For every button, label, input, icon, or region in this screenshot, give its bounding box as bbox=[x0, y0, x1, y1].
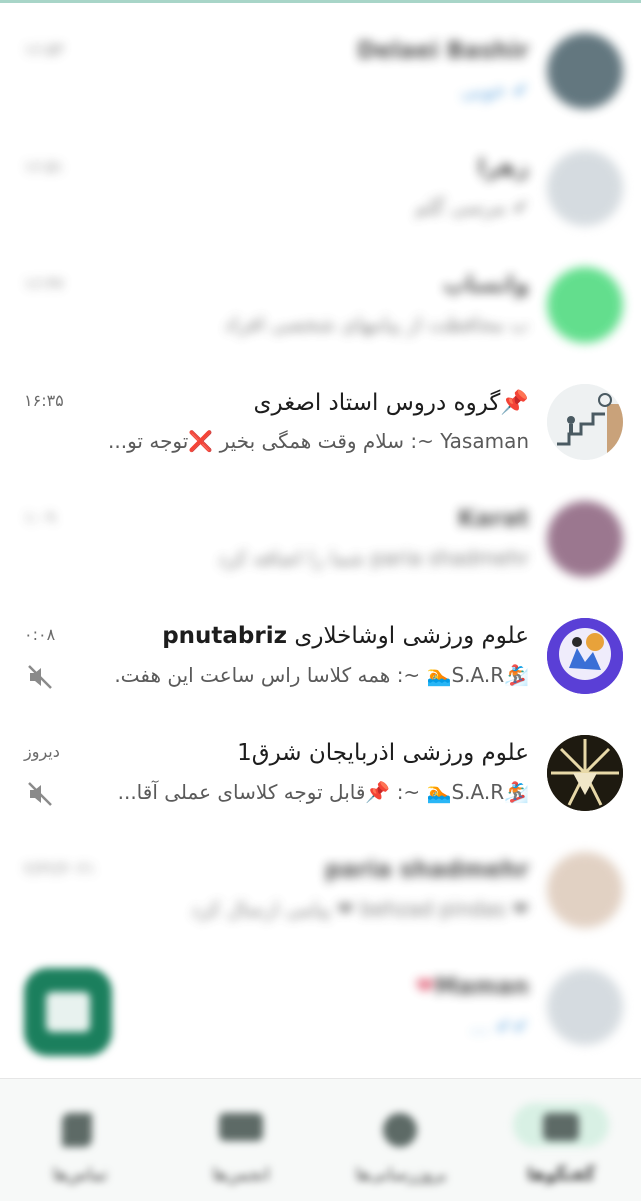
chat-preview: ✔ خوبی bbox=[460, 78, 529, 102]
avatar[interactable] bbox=[547, 267, 623, 343]
nav-item-calls[interactable]: تماس‌ها bbox=[0, 1079, 160, 1201]
chat-time: دیروز bbox=[24, 742, 60, 761]
chat-time: ۱۶:۴۷ bbox=[24, 274, 64, 293]
avatar[interactable] bbox=[547, 735, 623, 811]
nav-item-updates[interactable]: بروزرسانی‌ها bbox=[321, 1079, 481, 1201]
preview-sender: 🏂S.A.R🏊 ~: bbox=[396, 780, 529, 804]
nav-item-communities[interactable]: انجمن‌ها bbox=[161, 1079, 321, 1201]
group-avatar-image bbox=[547, 618, 623, 694]
chat-preview: ✔ مرسی گلم bbox=[414, 195, 529, 219]
chat-name: علوم ورزشی اذربایجان شرق1 bbox=[237, 740, 529, 766]
preview-text: 📌قابل توجه کلاسای عملی آقا... bbox=[117, 780, 391, 804]
chat-time: ۱۶:۵۱ bbox=[24, 157, 64, 176]
bottom-navigation: گفتگوها بروزرسانی‌ها انجمن‌ها تماس‌ها bbox=[0, 1078, 641, 1201]
chat-row[interactable]: علوم ورزشی اوشاخلاری pnutabriz 🏂S.A.R🏊 ~… bbox=[0, 585, 641, 702]
chat-preview: ✔✔ ... bbox=[470, 1014, 529, 1038]
chat-name: Delaei Bashir bbox=[357, 38, 529, 64]
preview-text: همه کلاسا راس ساعت این هفت. bbox=[114, 663, 391, 687]
new-chat-icon[interactable] bbox=[46, 992, 90, 1032]
chat-preview: paria shadmehr شما را اضافه کرد bbox=[217, 546, 529, 570]
chat-preview: 🏂S.A.R🏊 ~: همه کلاسا راس ساعت این هفت. bbox=[114, 663, 529, 687]
chat-name: paria shadmehr bbox=[324, 857, 529, 883]
chat-time: ۱:۰۹ bbox=[24, 508, 56, 527]
nav-label: گفتگوها bbox=[527, 1165, 595, 1185]
preview-text: سلام وقت همگی بخیر bbox=[219, 429, 404, 453]
chat-preview: Yasaman ~: سلام وقت همگی بخیر ❌توجه تو..… bbox=[108, 429, 529, 453]
chat-name-bold: pnutabriz bbox=[162, 623, 288, 649]
avatar[interactable] bbox=[547, 150, 623, 226]
community-icon bbox=[219, 1113, 263, 1141]
group-avatar-image bbox=[547, 384, 623, 460]
chat-name: واتساپ bbox=[443, 272, 529, 298]
avatar[interactable] bbox=[547, 969, 623, 1045]
chat-name: Maman❤ bbox=[415, 974, 529, 1000]
avatar[interactable] bbox=[547, 852, 623, 928]
chat-name: 📌گروه دروس استاد اصغری bbox=[253, 390, 529, 416]
mute-icon bbox=[28, 665, 52, 689]
chat-name: Karat bbox=[457, 506, 529, 532]
chat-list[interactable]: Delaei Bashir ✔ خوبی ۱۶:۵۳ زهرا ✔ مرسی گ… bbox=[0, 0, 641, 1053]
nav-label: انجمن‌ها bbox=[212, 1165, 270, 1185]
chat-row[interactable]: واتساپ ب محافظت از پیامهای شخصی افراد ۱۶… bbox=[0, 234, 641, 351]
chat-preview: ب محافظت از پیامهای شخصی افراد bbox=[224, 312, 529, 336]
avatar[interactable] bbox=[547, 33, 623, 109]
preview-suffix: ❌توجه تو... bbox=[108, 429, 214, 453]
mute-icon bbox=[28, 782, 52, 806]
chat-time: ۱۶:۳۵ bbox=[24, 391, 64, 410]
chat-row[interactable]: Karat paria shadmehr شما را اضافه کرد ۱:… bbox=[0, 468, 641, 585]
chat-row[interactable]: paria shadmehr ❤ behzad pindas ❤ پیامی ا… bbox=[0, 819, 641, 936]
group-avatar-image bbox=[547, 735, 623, 811]
preview-sender: Yasaman ~: bbox=[410, 429, 529, 453]
chat-row[interactable]: Delaei Bashir ✔ خوبی ۱۶:۵۳ bbox=[0, 0, 641, 117]
nav-label: بروزرسانی‌ها bbox=[355, 1165, 447, 1185]
chat-row[interactable]: زهرا ✔ مرسی گلم ۱۶:۵۱ bbox=[0, 117, 641, 234]
nav-label: تماس‌ها bbox=[52, 1165, 108, 1185]
nav-item-chats[interactable]: گفتگوها bbox=[481, 1079, 641, 1201]
preview-sender: 🏂S.A.R🏊 ~: bbox=[396, 663, 529, 687]
chat-icon bbox=[543, 1113, 579, 1141]
avatar[interactable] bbox=[547, 384, 623, 460]
chat-row[interactable]: علوم ورزشی اذربایجان شرق1 🏂S.A.R🏊 ~: 📌قا… bbox=[0, 702, 641, 819]
chat-preview: 🏂S.A.R🏊 ~: 📌قابل توجه کلاسای عملی آقا... bbox=[118, 780, 529, 804]
pin-icon: 📌 bbox=[500, 390, 529, 416]
chat-name: علوم ورزشی اوشاخلاری pnutabriz bbox=[162, 623, 529, 649]
chat-name: زهرا bbox=[477, 155, 529, 181]
call-icon bbox=[62, 1113, 92, 1147]
heart-icon: ❤ bbox=[415, 974, 435, 1000]
avatar[interactable] bbox=[547, 501, 623, 577]
chat-preview: ❤ behzad pindas ❤ پیامی ارسال کرد bbox=[190, 897, 529, 921]
chat-time: ۲/۲۲/۲۰۲۱ bbox=[24, 859, 95, 878]
status-icon bbox=[383, 1113, 417, 1147]
chat-time: ۱۶:۵۳ bbox=[24, 40, 64, 59]
chat-row[interactable]: 📌گروه دروس استاد اصغری Yasaman ~: سلام و… bbox=[0, 351, 641, 468]
avatar[interactable] bbox=[547, 618, 623, 694]
chat-time: ۰:۰۸ bbox=[24, 625, 56, 644]
